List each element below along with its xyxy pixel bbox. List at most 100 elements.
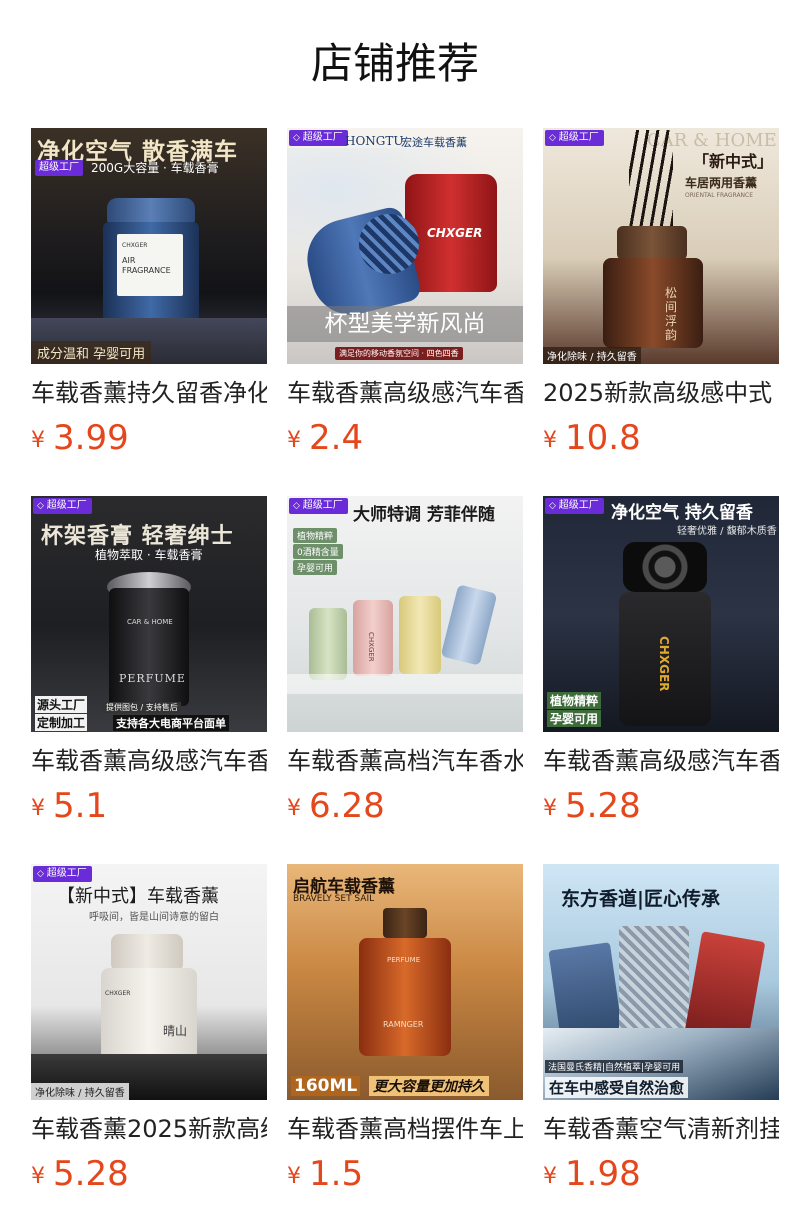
product-card[interactable]: 超级工厂 杯架香膏 轻奢绅士 植物萃取 · 车载香膏 CAR & HOME PE…: [31, 496, 267, 864]
jar-label-brand: CHXGER: [122, 242, 148, 249]
product-card[interactable]: 东方香道|匠心传承 法国曼氏香精|自然植萃|孕婴可用 在车中感受自然治愈 车载香…: [543, 864, 779, 1232]
image-subtitle: 车居两用香薰: [685, 176, 758, 190]
product-price: ¥5.1: [31, 786, 267, 826]
jar-lid: [107, 198, 195, 224]
product-image[interactable]: 超级工厂 CAR & HOME 「新中式」 车居两用香薰 ORIENTAL FR…: [543, 128, 779, 364]
image-chip: 法国曼氏香精|自然植萃|孕婴可用: [545, 1060, 684, 1073]
price-value: 1.98: [565, 1154, 641, 1194]
image-badge: 超级工厂: [33, 866, 92, 882]
image-tag-2: 0酒精含量: [293, 544, 343, 559]
currency-symbol: ¥: [543, 1164, 557, 1189]
product-image[interactable]: 超级工厂 大师特调 芳菲伴随 植物精粹 0酒精含量 孕婴可用 CHXGER: [287, 496, 523, 732]
product-card[interactable]: 超级工厂 CAR & HOME 「新中式」 车居两用香薰 ORIENTAL FR…: [543, 128, 779, 496]
jar-label-line2: FRAGRANCE: [122, 266, 171, 275]
price-value: 6.28: [309, 786, 385, 826]
bottle-cap: [617, 226, 687, 260]
fragrance-card-grey: [619, 926, 689, 1042]
image-badge: 超级工厂: [545, 130, 604, 146]
bottle-green: [309, 608, 347, 680]
product-image[interactable]: 超级工厂 HONGTU 宏途车载香薰 CHXGER 杯型美学新风尚 满足你的移动…: [287, 128, 523, 364]
can-brand: CAR & HOME: [127, 618, 173, 626]
product-name[interactable]: 2025新款高级感中式: [543, 378, 779, 408]
currency-symbol: ¥: [287, 1164, 301, 1189]
product-image[interactable]: 超级工厂 净化空气 持久留香 轻奢优雅 / 馥郁木质香 CHXGER 植物精粹 …: [543, 496, 779, 732]
product-name[interactable]: 车载香薰高档摆件车上: [287, 1114, 523, 1144]
image-tag-1: 植物精粹: [547, 692, 602, 709]
bottle-text: 松间浮韵: [665, 286, 678, 342]
image-subtitle: 呼吸间，皆是山间诗意的留白: [89, 912, 219, 923]
image-subtitle: 轻奢优雅 / 馥郁木质香: [677, 526, 777, 537]
image-chip: 提供图包 / 支持售后: [103, 702, 181, 713]
bottle-blue: [440, 584, 498, 666]
image-subtitle-en: ORIENTAL FRAGRANCE: [685, 192, 754, 199]
image-footer: 满足你的移动香氛空间 · 四色四香: [335, 347, 463, 360]
page-title: 店铺推荐: [310, 39, 479, 88]
jar-side-text: 晴山: [163, 1024, 188, 1038]
price-value: 1.5: [309, 1154, 364, 1194]
product-price: ¥6.28: [287, 786, 523, 826]
blue-cup-grille: [359, 214, 419, 274]
bottle-body: [603, 258, 703, 348]
product-image[interactable]: 东方香道|匠心传承 法国曼氏香精|自然植萃|孕婴可用 在车中感受自然治愈: [543, 864, 779, 1100]
jar-lid: [111, 934, 183, 972]
product-name[interactable]: 车载香薰空气清新剂挂: [543, 1114, 779, 1144]
currency-symbol: ¥: [543, 428, 557, 453]
product-price: ¥3.99: [31, 418, 267, 458]
image-brand: HONGTU: [345, 134, 404, 148]
product-card[interactable]: 超级工厂 【新中式】车载香薰 呼吸间，皆是山间诗意的留白 CHXGER 晴山 净…: [31, 864, 267, 1232]
product-card[interactable]: 启航车载香薰 BRAVELY SET SAIL PERFUME RAMNGER …: [287, 864, 523, 1232]
image-headline: 大师特调 芳菲伴随: [353, 505, 495, 525]
product-image[interactable]: 启航车载香薰 BRAVELY SET SAIL PERFUME RAMNGER …: [287, 864, 523, 1100]
product-image[interactable]: 净化空气 散香满车 超级工厂 200G大容量 · 车载香膏 CHXGER AIR…: [31, 128, 267, 364]
jar-body: [101, 968, 197, 1062]
image-tag-2: 孕婴可用: [547, 710, 602, 727]
bottle-brand: RAMNGER: [383, 1020, 424, 1029]
image-bottom-text: 成分温和 孕婴可用: [31, 341, 152, 364]
product-name[interactable]: 车载香薰高级感汽车香: [31, 746, 267, 776]
product-name[interactable]: 车载香薰高级感汽车香: [287, 378, 523, 408]
product-name[interactable]: 车载香薰持久留香净化: [31, 378, 267, 408]
product-card[interactable]: 净化空气 散香满车 超级工厂 200G大容量 · 车载香膏 CHXGER AIR…: [31, 128, 267, 496]
currency-symbol: ¥: [31, 796, 45, 821]
bottle-yellow: [399, 596, 441, 674]
corner-label-2: 定制加工: [35, 714, 88, 731]
product-name[interactable]: 车载香薰高档汽车香水: [287, 746, 523, 776]
image-bottom-text: 净化除味 / 持久留香: [31, 1083, 129, 1100]
jar-label-brand: CHXGER: [105, 990, 131, 997]
currency-symbol: ¥: [287, 428, 301, 453]
corner-label-1: 源头工厂: [35, 696, 88, 713]
image-slogan: 更大容量更加持久: [369, 1076, 489, 1096]
product-card[interactable]: 超级工厂 HONGTU 宏途车载香薰 CHXGER 杯型美学新风尚 满足你的移动…: [287, 128, 523, 496]
image-bottom-text: 在车中感受自然治愈: [545, 1077, 689, 1098]
product-price: ¥10.8: [543, 418, 779, 458]
price-value: 5.28: [565, 786, 641, 826]
image-badge: 超级工厂: [289, 130, 348, 146]
product-grid: 净化空气 散香满车 超级工厂 200G大容量 · 车载香膏 CHXGER AIR…: [31, 128, 779, 1232]
product-price: ¥2.4: [287, 418, 523, 458]
bottle-top-text: PERFUME: [387, 956, 421, 964]
jar-label: CHXGER AIR FRAGRANCE: [117, 234, 183, 296]
product-name[interactable]: 车载香薰2025新款高级: [31, 1114, 267, 1144]
price-value: 2.4: [309, 418, 364, 458]
product-card[interactable]: 超级工厂 净化空气 持久留香 轻奢优雅 / 馥郁木质香 CHXGER 植物精粹 …: [543, 496, 779, 864]
image-badge: 超级工厂: [545, 498, 604, 514]
currency-symbol: ¥: [543, 796, 557, 821]
image-headline: 净化空气 持久留香: [611, 503, 753, 523]
glass-shelf: [287, 674, 523, 694]
product-price: ¥5.28: [31, 1154, 267, 1194]
product-card[interactable]: 超级工厂 大师特调 芳菲伴随 植物精粹 0酒精含量 孕婴可用 CHXGER 车载…: [287, 496, 523, 864]
price-value: 3.99: [53, 418, 129, 458]
price-value: 5.1: [53, 786, 108, 826]
image-bottom-text: 支持各大电商平台面单: [113, 715, 229, 731]
product-image[interactable]: 超级工厂 【新中式】车载香薰 呼吸间，皆是山间诗意的留白 CHXGER 晴山 净…: [31, 864, 267, 1100]
image-badge: 超级工厂: [33, 498, 92, 514]
product-image[interactable]: 超级工厂 杯架香膏 轻奢绅士 植物萃取 · 车载香膏 CAR & HOME PE…: [31, 496, 267, 732]
image-subtitle-en: BRAVELY SET SAIL: [293, 894, 375, 904]
volume-label: 160ML: [291, 1076, 361, 1096]
image-headline: 东方香道|匠心传承: [561, 888, 720, 910]
image-headline: 杯型美学新风尚: [287, 306, 523, 342]
product-name[interactable]: 车载香薰高级感汽车香: [543, 746, 779, 776]
image-badge: 超级工厂: [289, 498, 348, 514]
image-subtitle: 植物萃取 · 车载香膏: [95, 548, 203, 562]
image-bottom-text: 净化除味 / 持久留香: [543, 347, 641, 364]
